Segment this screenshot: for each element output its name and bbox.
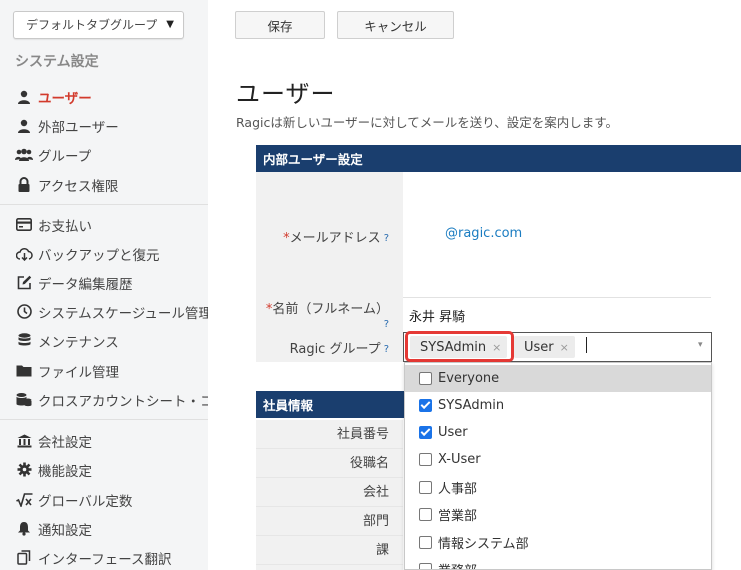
database-icon: [15, 332, 33, 350]
bank-icon: [15, 432, 33, 450]
section-header-employee: 社員情報: [256, 391, 404, 418]
sidebar-item-label: グループ: [38, 148, 92, 165]
gear-icon: [15, 461, 33, 479]
checkbox[interactable]: [419, 481, 432, 494]
copy-icon: [15, 549, 33, 567]
dropdown-arrow-icon[interactable]: ▾: [698, 340, 703, 350]
checkbox[interactable]: [419, 399, 432, 412]
sidebar-item-payment[interactable]: お支払い: [0, 210, 208, 239]
section-header-internal: 内部ユーザー設定: [256, 145, 741, 172]
sidebar-item-external-users[interactable]: 外部ユーザー: [0, 111, 208, 140]
group-option[interactable]: User: [405, 419, 711, 446]
highlight-box: [405, 331, 514, 362]
group-label: Ragic グループ?: [256, 332, 403, 362]
sidebar-item-notification-settings[interactable]: 通知設定: [0, 514, 208, 543]
sidebar-item-label: インターフェース翻訳: [38, 551, 172, 568]
group-option[interactable]: 営業部: [405, 501, 711, 528]
checkbox[interactable]: [419, 426, 432, 439]
tab-group-dropdown[interactable]: デフォルトタブグループ ▼: [13, 11, 184, 39]
sqrt-icon: [15, 491, 33, 509]
clock-icon: [15, 303, 33, 321]
name-value[interactable]: 永井 昇騎: [409, 306, 465, 325]
sidebar-item-label: 会社設定: [38, 434, 92, 451]
edit-icon: [15, 274, 33, 292]
section-title: システム設定: [15, 54, 99, 70]
sidebar-item-label: ファイル管理: [38, 364, 119, 381]
tab-group-label: デフォルトタブグループ: [26, 18, 158, 32]
group-option[interactable]: 情報システム部: [405, 529, 711, 556]
checkbox[interactable]: [419, 453, 432, 466]
group-option[interactable]: Everyone: [405, 365, 711, 392]
lock-icon: [15, 176, 33, 194]
group-option[interactable]: SYSAdmin: [405, 392, 711, 419]
sidebar-item-edit-history[interactable]: データ編集履歴: [0, 268, 208, 297]
group-option[interactable]: 業務部: [405, 556, 711, 569]
sidebar-item-cross-account[interactable]: クロスアカウントシート・コ: [0, 385, 208, 414]
divider: [0, 204, 208, 205]
divider: [0, 419, 208, 420]
users-icon: [15, 146, 33, 164]
employee-field-label: 役職名: [256, 449, 403, 478]
sidebar-item-access-rights[interactable]: アクセス権限: [0, 170, 208, 199]
sidebar-item-schedule[interactable]: システムスケージュール管理: [0, 297, 208, 326]
database-stack-icon: [15, 391, 33, 409]
tag-user: User ×: [514, 336, 575, 358]
sidebar-item-label: データ編集履歴: [38, 276, 133, 293]
email-value[interactable]: @ragic.com: [445, 226, 522, 241]
sidebar-item-label: グローバル定数: [38, 493, 133, 510]
sidebar-item-label: ユーザー: [38, 90, 92, 107]
sidebar-item-label: クロスアカウントシート・コ: [38, 393, 208, 410]
sidebar-item-company-settings[interactable]: 会社設定: [0, 426, 208, 455]
sidebar-item-label: お支払い: [38, 218, 92, 235]
sidebar-item-feature-settings[interactable]: 機能設定: [0, 455, 208, 484]
employee-field-label: 課: [256, 536, 403, 565]
group-option[interactable]: 人事部: [405, 474, 711, 501]
employee-field-label: 社員番号: [256, 420, 403, 449]
name-label: *名前（フルネーム）?: [256, 298, 403, 332]
user-icon: [15, 88, 33, 106]
sidebar-item-label: メンテナンス: [38, 334, 119, 351]
email-label: *メールアドレス?: [256, 172, 403, 298]
sidebar-item-groups[interactable]: グループ: [0, 140, 208, 169]
employee-field-label: 部門: [256, 507, 403, 536]
group-dropdown-list: Everyone SYSAdmin User X-User 人事部 営業部 情報…: [404, 362, 712, 570]
divider: [403, 297, 711, 298]
remove-tag-icon[interactable]: ×: [560, 341, 569, 354]
checkbox[interactable]: [419, 563, 432, 569]
sidebar-item-global-constants[interactable]: グローバル定数: [0, 485, 208, 514]
page-title: ユーザー: [236, 80, 336, 108]
checkbox[interactable]: [419, 536, 432, 549]
page-description: Ragicは新しいユーザーに対してメールを送り、設定を案内します。: [236, 115, 618, 130]
checkbox[interactable]: [419, 372, 432, 385]
sidebar-item-users[interactable]: ユーザー: [0, 82, 208, 111]
help-icon[interactable]: ?: [384, 344, 389, 355]
user-icon: [15, 117, 33, 135]
sidebar-item-label: アクセス権限: [38, 178, 119, 195]
text-cursor: [586, 337, 587, 353]
help-icon[interactable]: ?: [384, 319, 389, 330]
sidebar-item-label: 通知設定: [38, 522, 92, 539]
sidebar-item-backup[interactable]: バックアップと復元: [0, 239, 208, 268]
sidebar-item-maintenance[interactable]: メンテナンス: [0, 326, 208, 355]
checkbox[interactable]: [419, 508, 432, 521]
cloud-download-icon: [15, 245, 33, 263]
sidebar-item-label: バックアップと復元: [38, 247, 160, 264]
sidebar-item-interface-translation[interactable]: インターフェース翻訳: [0, 543, 208, 570]
employee-field-label: [256, 565, 403, 570]
caret-down-icon: ▼: [166, 19, 174, 30]
help-icon[interactable]: ?: [384, 233, 389, 244]
sidebar: デフォルトタブグループ ▼ システム設定 ユーザー 外部ユーザー グループ アク…: [0, 0, 208, 570]
sidebar-item-file-management[interactable]: ファイル管理: [0, 356, 208, 385]
employee-field-label: 会社: [256, 478, 403, 507]
bell-icon: [15, 520, 33, 538]
sidebar-item-label: システムスケージュール管理: [38, 305, 208, 322]
save-button[interactable]: 保存: [235, 11, 325, 39]
sidebar-item-label: 外部ユーザー: [38, 119, 119, 136]
credit-card-icon: [15, 216, 33, 234]
cancel-button[interactable]: キャンセル: [337, 11, 454, 39]
sidebar-item-label: 機能設定: [38, 463, 92, 480]
group-option[interactable]: X-User: [405, 446, 711, 473]
folder-icon: [15, 362, 33, 380]
